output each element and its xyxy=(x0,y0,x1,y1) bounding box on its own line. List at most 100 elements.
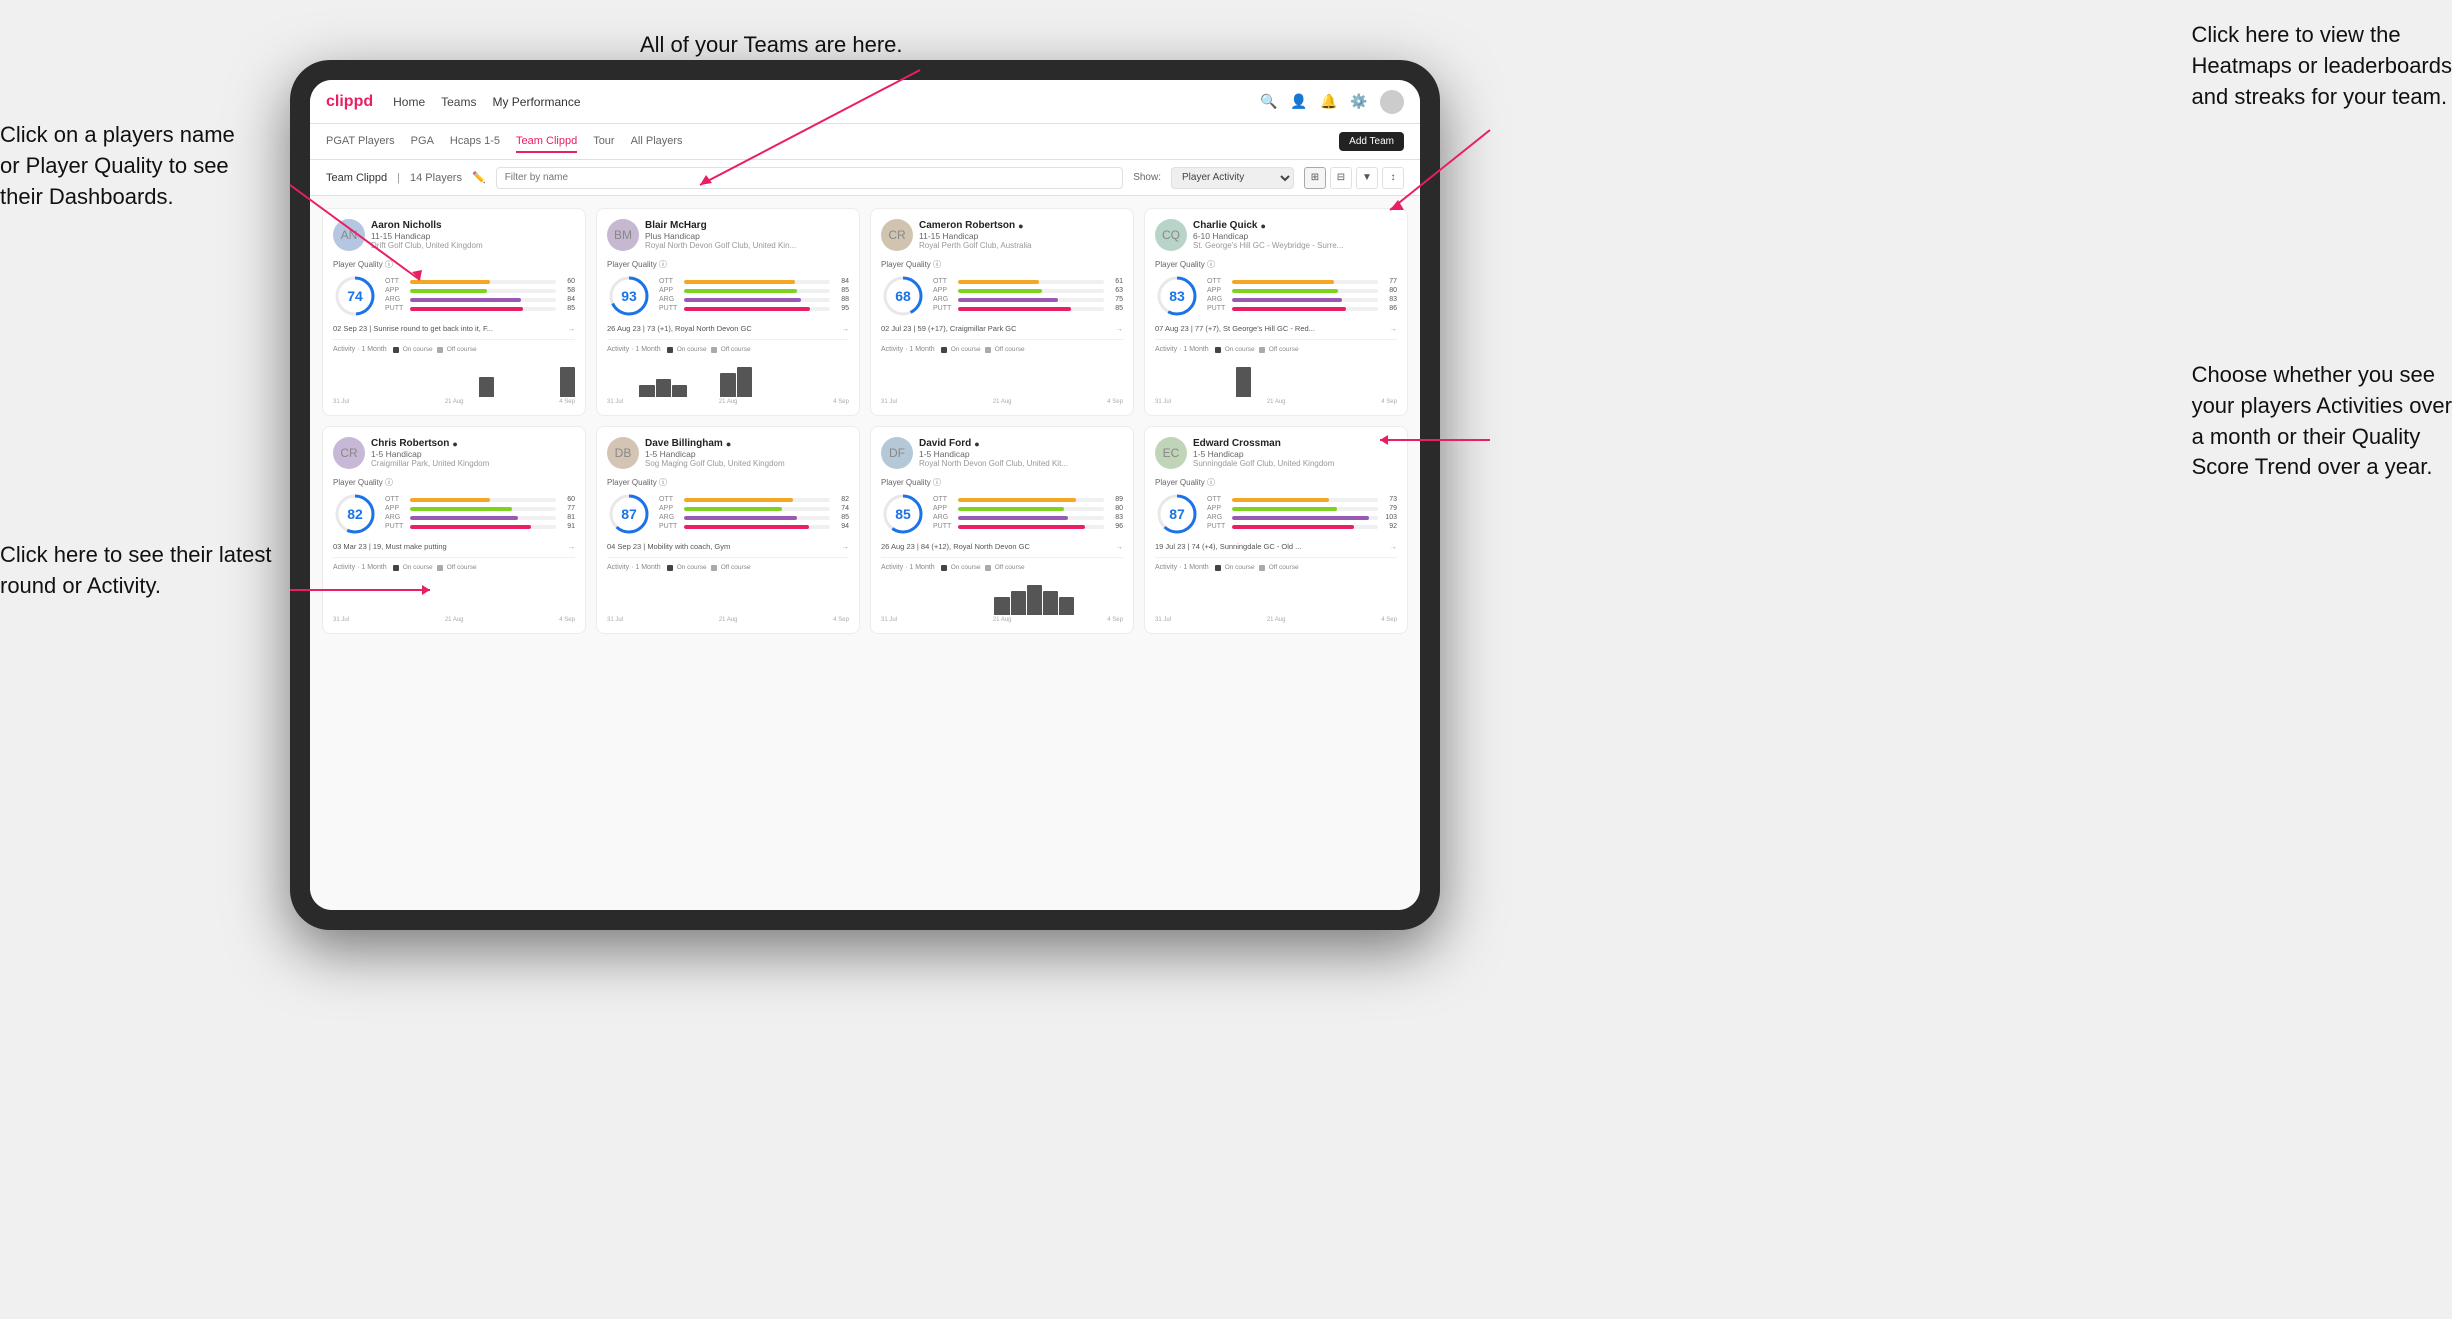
last-activity[interactable]: 02 Sep 23 | Sunrise round to get back in… xyxy=(333,324,575,333)
settings-icon[interactable]: ⚙️ xyxy=(1350,93,1368,111)
stat-ott: OTT 73 xyxy=(1207,496,1397,503)
quality-number: 87 xyxy=(621,506,637,522)
nav-link-teams[interactable]: Teams xyxy=(441,91,476,113)
player-card[interactable]: DF David Ford ● 1-5 Handicap Royal North… xyxy=(870,426,1134,634)
off-course-label: Off course xyxy=(447,346,477,353)
stat-ott: OTT 84 xyxy=(659,278,849,285)
off-course-dot xyxy=(985,565,991,571)
quality-number: 74 xyxy=(347,288,363,304)
on-course-label: On course xyxy=(677,346,707,353)
player-card[interactable]: BM Blair McHarg Plus Handicap Royal Nort… xyxy=(596,208,860,416)
sub-nav-pgat[interactable]: PGAT Players xyxy=(326,131,395,153)
on-course-label: On course xyxy=(951,346,981,353)
last-activity[interactable]: 07 Aug 23 | 77 (+7), St George's Hill GC… xyxy=(1155,324,1397,333)
sub-nav-all-players[interactable]: All Players xyxy=(631,131,683,153)
show-select[interactable]: Player Activity Quality Score Trend xyxy=(1171,167,1294,189)
activity-arrow: → xyxy=(842,542,850,551)
player-handicap: 1-5 Handicap xyxy=(645,449,849,459)
activity-chart-section: Activity · 1 Month On course Off course … xyxy=(1155,557,1397,623)
avatar[interactable] xyxy=(1380,90,1404,114)
player-handicap: 1-5 Handicap xyxy=(1193,449,1397,459)
nav-link-performance[interactable]: My Performance xyxy=(492,91,580,113)
stat-putt: PUTT 95 xyxy=(659,305,849,312)
player-header: EC Edward Crossman 1-5 Handicap Sunningd… xyxy=(1155,437,1397,469)
player-info: Dave Billingham ● 1-5 Handicap Sog Magin… xyxy=(645,438,849,468)
ipad-frame: clippd Home Teams My Performance 🔍 👤 🔔 ⚙… xyxy=(290,60,1440,930)
player-club: Drift Golf Club, United Kingdom xyxy=(371,241,575,250)
activity-title: Activity · 1 Month xyxy=(607,346,661,353)
player-handicap: 1-5 Handicap xyxy=(919,449,1123,459)
last-activity[interactable]: 04 Sep 23 | Mobility with coach, Gym → xyxy=(607,542,849,551)
last-activity[interactable]: 02 Jul 23 | 59 (+17), Craigmillar Park G… xyxy=(881,324,1123,333)
player-name[interactable]: Charlie Quick ● xyxy=(1193,220,1397,231)
quality-circle[interactable]: 68 xyxy=(881,274,925,318)
player-card[interactable]: CR Chris Robertson ● 1-5 Handicap Craigm… xyxy=(322,426,586,634)
stat-arg: ARG 103 xyxy=(1207,514,1397,521)
player-info: Edward Crossman 1-5 Handicap Sunningdale… xyxy=(1193,438,1397,468)
grid-small-view[interactable]: ⊟ xyxy=(1330,167,1352,189)
player-name[interactable]: Chris Robertson ● xyxy=(371,438,575,449)
quality-circle[interactable]: 87 xyxy=(1155,492,1199,536)
player-info: Aaron Nicholls 11-15 Handicap Drift Golf… xyxy=(371,220,575,250)
bell-icon[interactable]: 🔔 xyxy=(1320,93,1338,111)
search-icon[interactable]: 🔍 xyxy=(1260,93,1278,111)
player-card[interactable]: CQ Charlie Quick ● 6-10 Handicap St. Geo… xyxy=(1144,208,1408,416)
off-course-label: Off course xyxy=(995,564,1025,571)
player-card[interactable]: AN Aaron Nicholls 11-15 Handicap Drift G… xyxy=(322,208,586,416)
quality-circle[interactable]: 74 xyxy=(333,274,377,318)
chart-labels: 31 Jul21 Aug4 Sep xyxy=(607,399,849,405)
player-card[interactable]: DB Dave Billingham ● 1-5 Handicap Sog Ma… xyxy=(596,426,860,634)
player-name[interactable]: Blair McHarg xyxy=(645,220,849,231)
sub-nav-hcaps[interactable]: Hcaps 1-5 xyxy=(450,131,500,153)
player-header: BM Blair McHarg Plus Handicap Royal Nort… xyxy=(607,219,849,251)
sort-view[interactable]: ↕ xyxy=(1382,167,1404,189)
player-club: Sunningdale Golf Club, United Kingdom xyxy=(1193,459,1397,468)
player-card[interactable]: EC Edward Crossman 1-5 Handicap Sunningd… xyxy=(1144,426,1408,634)
quality-circle[interactable]: 93 xyxy=(607,274,651,318)
activity-chart-section: Activity · 1 Month On course Off course … xyxy=(1155,339,1397,405)
quality-circle[interactable]: 87 xyxy=(607,492,651,536)
player-club: Craigmillar Park, United Kingdom xyxy=(371,459,575,468)
quality-number: 68 xyxy=(895,288,911,304)
on-course-dot xyxy=(1215,347,1221,353)
last-activity[interactable]: 19 Jul 23 | 74 (+4), Sunningdale GC - Ol… xyxy=(1155,542,1397,551)
player-name[interactable]: Cameron Robertson ● xyxy=(919,220,1123,231)
edit-icon[interactable]: ✏️ xyxy=(472,171,486,184)
player-avatar: EC xyxy=(1155,437,1187,469)
activity-chart-section: Activity · 1 Month On course Off course … xyxy=(881,339,1123,405)
quality-circle[interactable]: 85 xyxy=(881,492,925,536)
player-name[interactable]: Aaron Nicholls xyxy=(371,220,575,231)
quality-label: Player Quality ⓘ xyxy=(607,477,849,488)
player-name[interactable]: Edward Crossman xyxy=(1193,438,1397,449)
sub-nav-team-clippd[interactable]: Team Clippd xyxy=(516,131,577,153)
player-card[interactable]: CR Cameron Robertson ● 11-15 Handicap Ro… xyxy=(870,208,1134,416)
show-label: Show: xyxy=(1133,172,1161,183)
player-name[interactable]: Dave Billingham ● xyxy=(645,438,849,449)
quality-section: 87 OTT 82 APP 74 ARG 85 PUTT 94 xyxy=(607,492,849,536)
add-team-button[interactable]: Add Team xyxy=(1339,132,1404,151)
grid-large-view[interactable]: ⊞ xyxy=(1304,167,1326,189)
sub-nav-tour[interactable]: Tour xyxy=(593,131,614,153)
filter-view[interactable]: ▼ xyxy=(1356,167,1378,189)
activity-legend: On course Off course xyxy=(667,346,751,353)
activity-title: Activity · 1 Month xyxy=(607,564,661,571)
quality-circle[interactable]: 83 xyxy=(1155,274,1199,318)
on-course-dot xyxy=(667,347,673,353)
nav-link-home[interactable]: Home xyxy=(393,91,425,113)
nav-logo[interactable]: clippd xyxy=(326,93,373,111)
stat-ott: OTT 60 xyxy=(385,278,575,285)
sub-nav-pga[interactable]: PGA xyxy=(411,131,434,153)
player-name[interactable]: David Ford ● xyxy=(919,438,1123,449)
last-activity[interactable]: 26 Aug 23 | 73 (+1), Royal North Devon G… xyxy=(607,324,849,333)
profile-icon[interactable]: 👤 xyxy=(1290,93,1308,111)
activity-legend: On course Off course xyxy=(1215,346,1299,353)
on-course-label: On course xyxy=(1225,564,1255,571)
quality-circle[interactable]: 82 xyxy=(333,492,377,536)
last-activity[interactable]: 03 Mar 23 | 19, Must make putting → xyxy=(333,542,575,551)
chart-date-label: 31 Jul xyxy=(333,617,349,623)
stat-putt: PUTT 94 xyxy=(659,523,849,530)
filter-input[interactable] xyxy=(496,167,1124,189)
stat-putt: PUTT 85 xyxy=(933,305,1123,312)
quality-number: 83 xyxy=(1169,288,1185,304)
last-activity[interactable]: 26 Aug 23 | 84 (+12), Royal North Devon … xyxy=(881,542,1123,551)
